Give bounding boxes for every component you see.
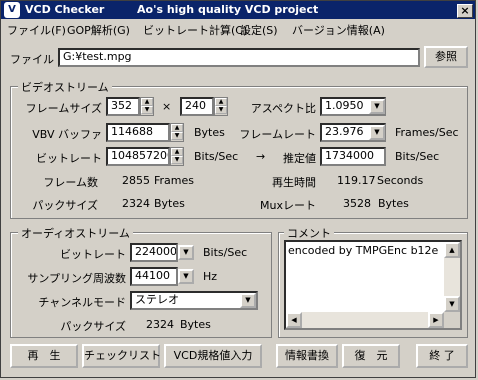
frame-count-label: フレーム数 (43, 176, 98, 189)
checklist-button[interactable]: チェックリスト (82, 344, 161, 368)
frame-rate-label: フレームレート (239, 128, 316, 141)
play-time-label: 再生時間 (272, 176, 316, 189)
vbv-buffer-input[interactable]: 114688 (106, 123, 170, 142)
mux-rate-label: Muxレート (260, 199, 316, 212)
scroll-right-icon[interactable]: ▶ (428, 312, 444, 328)
video-stream-group-label: ビデオストリーム (18, 79, 112, 95)
chevron-down-icon[interactable]: ▼ (369, 125, 385, 140)
app-icon: V (4, 2, 20, 18)
audio-bitrate-value: 224000 (135, 245, 177, 258)
channel-mode-select[interactable]: ステレオ (130, 291, 258, 310)
estimate-label: 推定値 (283, 152, 316, 165)
vcd-spec-input-button[interactable]: VCD規格値入力 (164, 344, 262, 368)
audio-bitrate-label: ビットレート (60, 248, 126, 261)
sample-rate-label: サンプリング周波数 (27, 272, 126, 285)
vertical-scrollbar[interactable]: ▲ ▼ (444, 242, 460, 312)
frame-count-unit: Frames (154, 174, 195, 187)
scroll-left-icon[interactable]: ◀ (286, 312, 302, 328)
exit-button[interactable]: 終 了 (416, 344, 468, 368)
play-button[interactable]: 再 生 (10, 344, 78, 368)
channel-mode-label: チャンネルモード (38, 296, 126, 309)
menu-bar: ファイル(F) GOP解析(G) ビットレート計算(C) 設定(S) バージョン… (1, 20, 475, 38)
spin-down-icon[interactable]: ▼ (141, 106, 153, 114)
frame-height-spinner[interactable]: ▲ ▼ (214, 97, 228, 116)
spin-up-icon[interactable]: ▲ (141, 98, 153, 106)
video-pack-size-value: 2324 (122, 197, 150, 210)
scroll-down-icon[interactable]: ▼ (444, 296, 460, 312)
spin-up-icon[interactable]: ▲ (215, 98, 227, 106)
file-path-input[interactable]: G:¥test.mpg (58, 48, 420, 67)
menu-gop-analysis[interactable]: GOP解析(G) (67, 22, 130, 38)
mux-rate-unit: Bytes (378, 197, 409, 210)
menu-bitrate-calc[interactable]: ビットレート計算(C) (143, 22, 247, 38)
comment-group-label: コメント (284, 225, 334, 241)
chevron-down-icon[interactable]: ▼ (178, 269, 194, 284)
mux-rate-value: 3528 (343, 197, 371, 210)
window-subtitle: Ao's high quality VCD project (137, 3, 319, 16)
audio-pack-size-value: 2324 (146, 318, 174, 331)
frame-size-label: フレームサイズ (25, 102, 102, 115)
comment-textarea[interactable]: encoded by TMPGEnc b12e ▲ ▼ ◀ ▶ (284, 240, 462, 330)
title-bar[interactable]: V VCD Checker Ao's high quality VCD proj… (1, 1, 475, 19)
audio-stream-group-label: オーディオストリーム (18, 225, 133, 241)
channel-mode-value: ステレオ (135, 293, 179, 306)
chevron-down-icon[interactable]: ▼ (369, 99, 385, 114)
scrollbar-corner (444, 312, 460, 328)
estimate-value[interactable]: 1734000 (320, 147, 386, 166)
audio-bitrate-unit: Bits/Sec (203, 246, 248, 259)
video-pack-size-unit: Bytes (154, 197, 185, 210)
audio-pack-size-label: パックサイズ (60, 320, 126, 333)
frame-count-value: 2855 (122, 174, 150, 187)
window-title: VCD Checker (25, 3, 105, 16)
sample-rate-value: 44100 (135, 269, 170, 282)
frame-rate-unit: Frames/Sec (395, 126, 459, 139)
estimate-unit: Bits/Sec (395, 150, 440, 163)
frame-width-input[interactable]: 352 (106, 97, 140, 116)
arrow-icon: → (256, 150, 266, 163)
spin-up-icon[interactable]: ▲ (171, 124, 183, 132)
menu-settings[interactable]: 設定(S) (240, 22, 278, 38)
sample-rate-select[interactable]: 44100 (130, 267, 178, 286)
browse-button[interactable]: 参照 (424, 46, 468, 68)
chevron-down-icon[interactable]: ▼ (178, 245, 194, 260)
menu-file[interactable]: ファイル(F) (7, 22, 66, 38)
video-bitrate-spinner[interactable]: ▲ ▼ (170, 147, 184, 166)
vbv-buffer-unit: Bytes (194, 126, 225, 139)
times-symbol: × (162, 100, 172, 113)
sample-rate-unit: Hz (203, 270, 218, 283)
info-write-button[interactable]: 情報書換 (276, 344, 338, 368)
restore-button[interactable]: 復 元 (342, 344, 400, 368)
comment-text: encoded by TMPGEnc b12e (288, 244, 439, 257)
video-pack-size-label: パックサイズ (32, 199, 98, 212)
audio-pack-size-unit: Bytes (180, 318, 211, 331)
spin-up-icon[interactable]: ▲ (171, 148, 183, 156)
spin-down-icon[interactable]: ▼ (171, 156, 183, 164)
aspect-ratio-value: 1.0950 (325, 99, 364, 112)
play-time-value: 119.17 (337, 174, 376, 187)
video-bitrate-input[interactable]: 104857200 (106, 147, 170, 166)
spin-down-icon[interactable]: ▼ (171, 132, 183, 140)
menu-version-info[interactable]: バージョン情報(A) (292, 22, 385, 38)
chevron-down-icon[interactable]: ▼ (240, 293, 256, 308)
video-bitrate-unit: Bits/Sec (194, 150, 239, 163)
frame-rate-value: 23.976 (325, 125, 364, 138)
close-button[interactable]: × (457, 4, 473, 18)
video-bitrate-label: ビットレート (36, 152, 102, 165)
spin-down-icon[interactable]: ▼ (215, 106, 227, 114)
aspect-ratio-label: アスペクト比 (250, 102, 316, 115)
horizontal-scrollbar[interactable]: ◀ ▶ (286, 312, 444, 328)
vbv-buffer-label: VBV バッファ (32, 128, 102, 141)
frame-height-input[interactable]: 240 (180, 97, 214, 116)
frame-width-spinner[interactable]: ▲ ▼ (140, 97, 154, 116)
audio-bitrate-select[interactable]: 224000 (130, 243, 178, 262)
scroll-up-icon[interactable]: ▲ (444, 242, 460, 258)
play-time-unit: Seconds (377, 174, 424, 187)
file-label: ファイル (10, 53, 54, 66)
vbv-buffer-spinner[interactable]: ▲ ▼ (170, 123, 184, 142)
